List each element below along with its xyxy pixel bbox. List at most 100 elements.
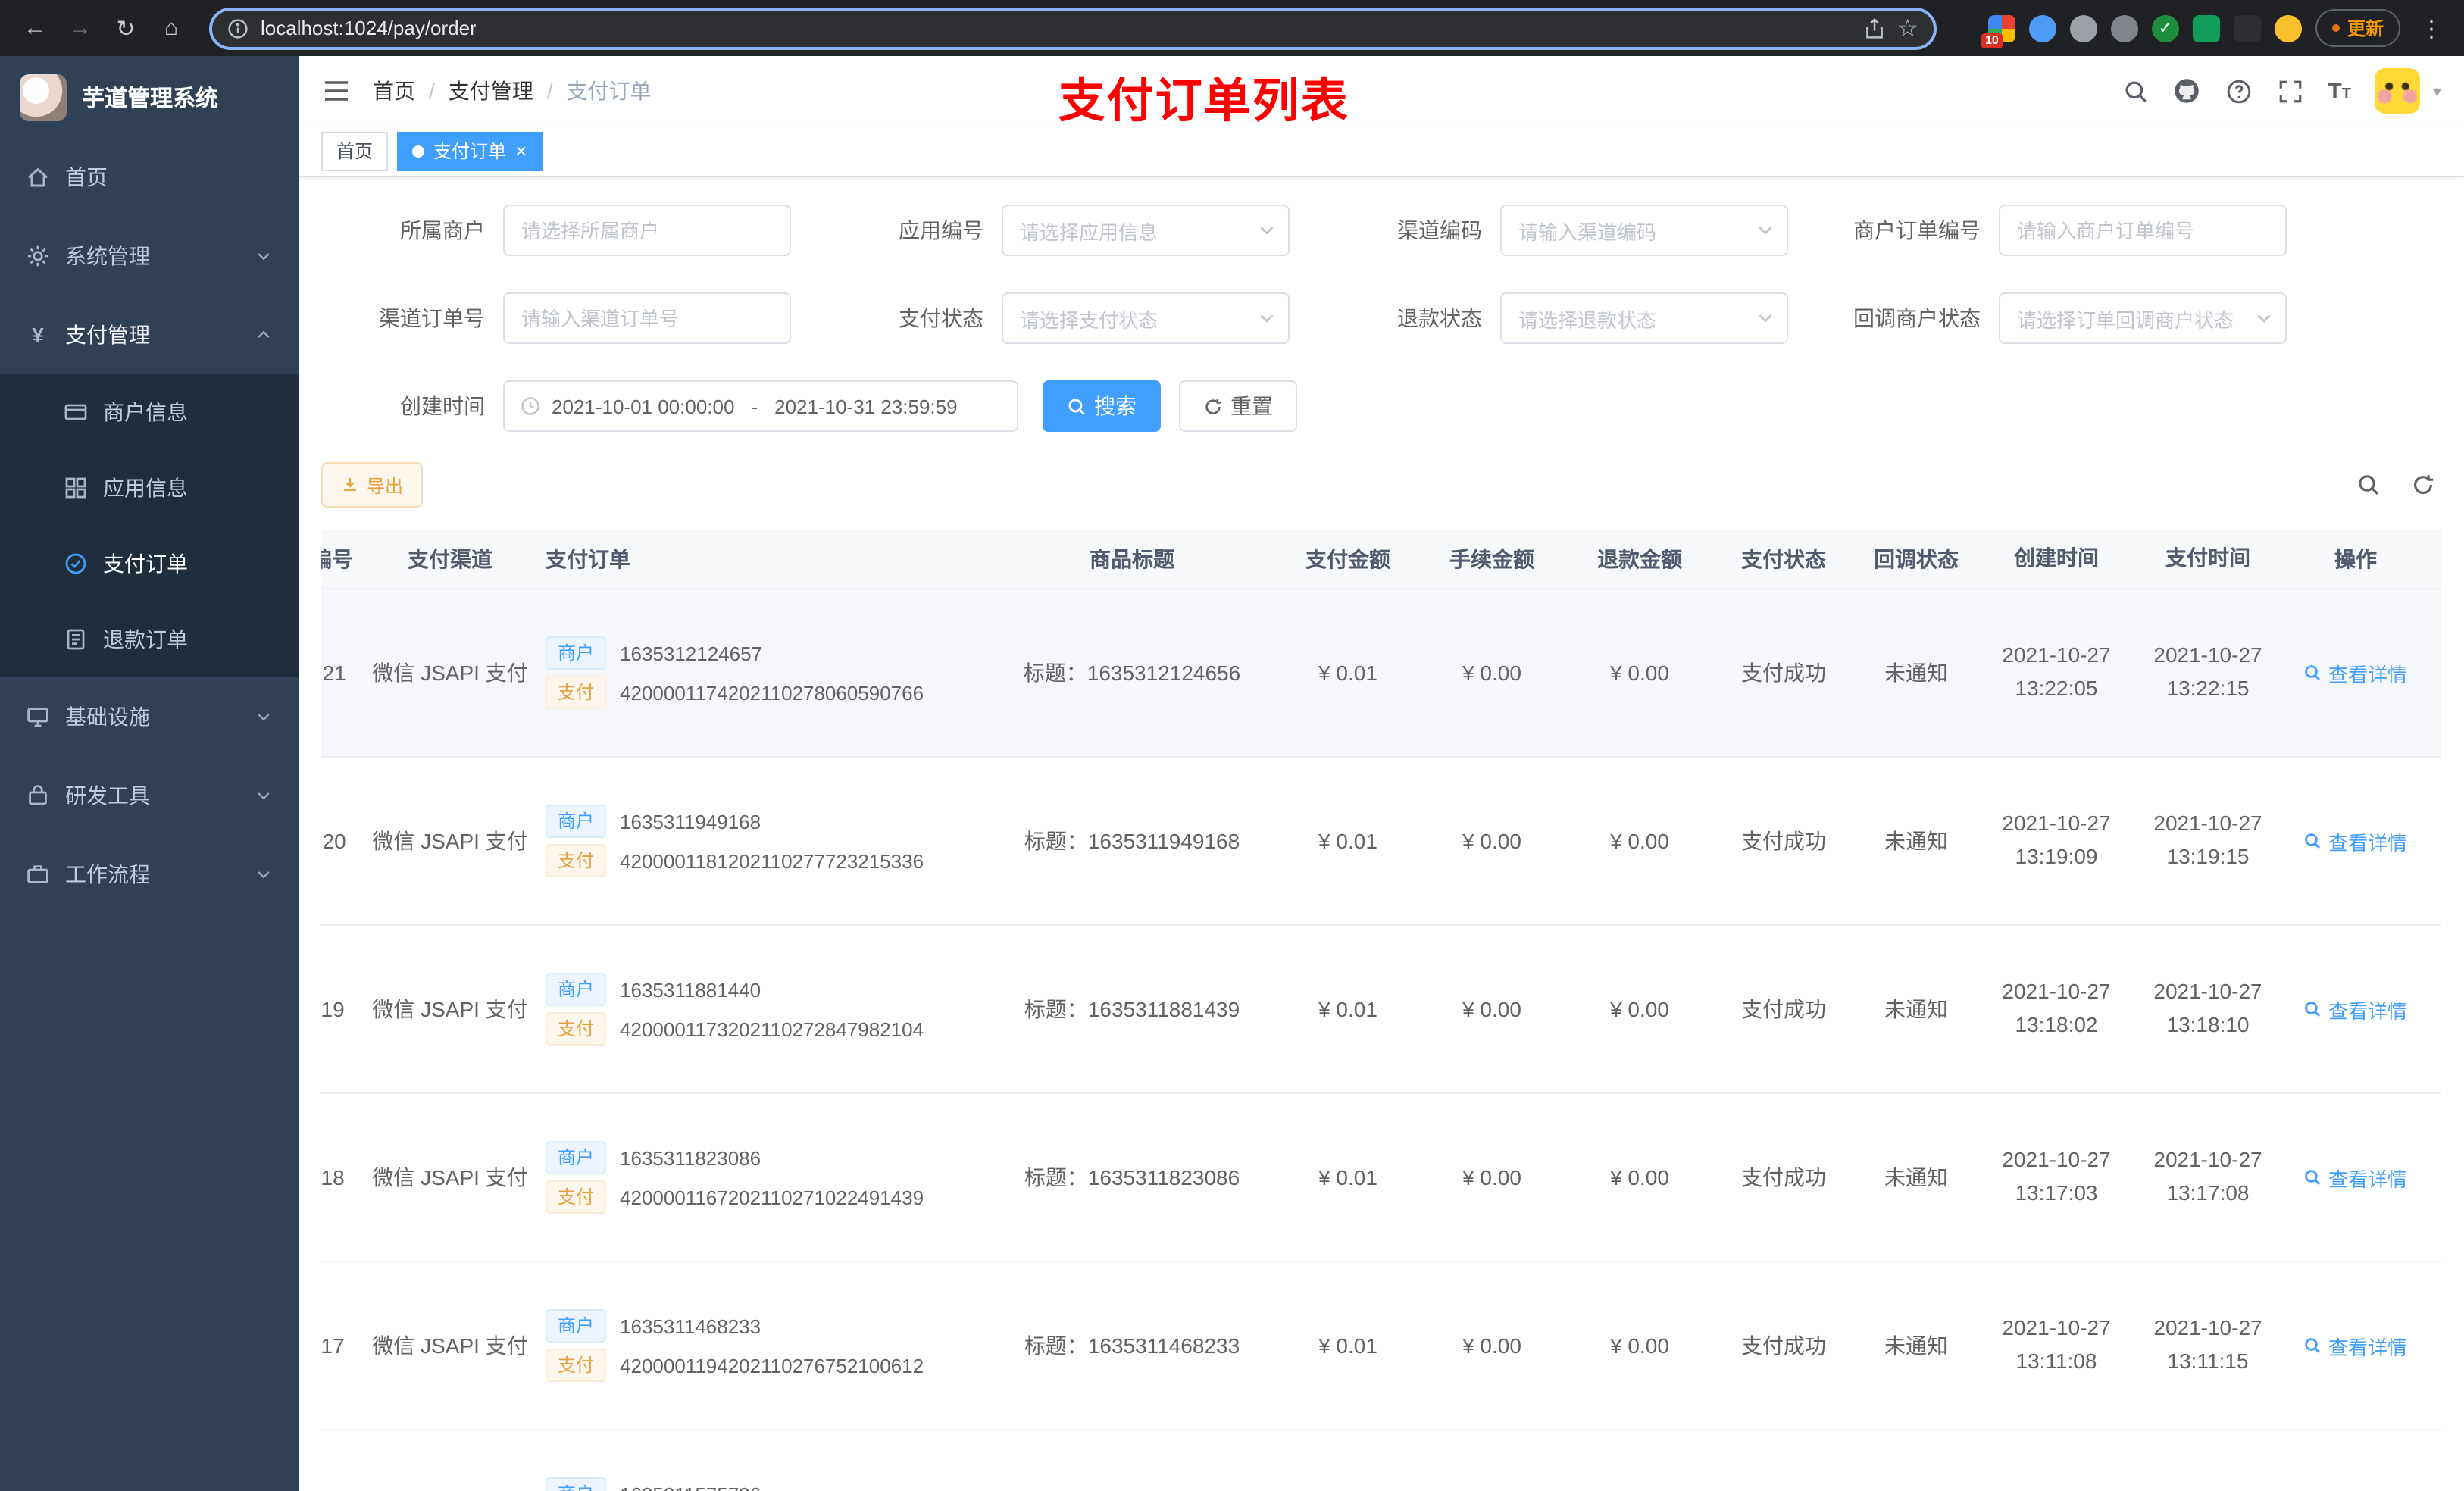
pay-tag: 支付 [546, 676, 607, 709]
reload-icon[interactable]: ↻ [106, 8, 145, 48]
toggle-search-icon[interactable] [2356, 473, 2381, 497]
cell-id: 121 [321, 661, 346, 685]
cell-refund: ¥ 0.00 [1610, 829, 1669, 853]
notify-status-select[interactable]: 请选择订单回调商户状态 [1999, 292, 2287, 344]
pay-date: 2021-10-27 [2153, 1315, 2262, 1340]
cell-actions: 查看详情 [2284, 658, 2428, 687]
filter-merchant-order-no: 商户订单编号 [1817, 205, 2315, 256]
chevron-up-icon [258, 330, 270, 338]
extension-green-icon[interactable] [2192, 14, 2220, 42]
extension-badge: 10 [1980, 33, 2003, 48]
date-range-input[interactable]: 2021-10-01 00:00:00 - 2021-10-31 23:59:5… [503, 380, 1018, 432]
filter-merchant: 所属商户 [321, 205, 820, 256]
view-detail-link[interactable]: 查看详情 [2304, 1331, 2407, 1360]
chevron-down-icon [258, 871, 270, 879]
channel-code-select[interactable]: 请输入渠道编码 [1500, 205, 1788, 256]
forward-icon[interactable]: → [61, 8, 100, 48]
fullscreen-icon[interactable] [2276, 77, 2303, 105]
view-detail-link[interactable]: 查看详情 [2304, 1163, 2407, 1192]
sidebar-item-infrastructure[interactable]: 基础设施 [0, 677, 299, 756]
view-detail-label: 查看详情 [2328, 1336, 2407, 1358]
refund-status-select[interactable]: 请选择退款状态 [1500, 292, 1788, 344]
pay-order-line: 支付 4200001167202110271022491439 [546, 1180, 988, 1214]
view-detail-label: 查看详情 [2328, 1167, 2407, 1190]
tab-home[interactable]: 首页 [321, 131, 389, 170]
cell-title: 标题：1635311468233 [1024, 1333, 1240, 1358]
date-start: 2021-10-01 00:00:00 [552, 395, 735, 417]
extension-blue-icon[interactable] [2028, 14, 2056, 42]
search-button[interactable]: 搜索 [1043, 380, 1161, 432]
view-detail-link[interactable]: 查看详情 [2304, 827, 2407, 855]
app-no-select[interactable]: 请选择应用信息 [1002, 205, 1290, 256]
help-icon[interactable] [2225, 77, 2252, 105]
bookmark-star-icon[interactable]: ☆ [1896, 13, 1918, 43]
pay-time: 13:22:15 [2166, 676, 2250, 700]
select-placeholder: 请选择支付状态 [1020, 308, 1159, 331]
merchant-order-line: 商户 1635312124657 [546, 636, 988, 670]
merchant-filter-input[interactable] [503, 205, 791, 256]
sidebar-item-system[interactable]: 系统管理 [0, 217, 299, 295]
close-icon[interactable]: × [515, 141, 527, 161]
github-icon[interactable] [2173, 77, 2200, 105]
emoji-avatar-icon[interactable] [2274, 14, 2302, 42]
reset-button[interactable]: 重置 [1179, 380, 1297, 432]
view-detail-label: 查看详情 [2328, 663, 2407, 686]
filter-pay-status: 支付状态 请选择支付状态 [820, 292, 1318, 344]
extension-gray-icon[interactable] [2069, 14, 2097, 42]
site-info-icon[interactable] [227, 17, 249, 39]
refresh-table-icon[interactable] [2411, 473, 2435, 497]
user-avatar[interactable] [2375, 68, 2421, 114]
cell-actions: 查看详情 [2284, 1163, 2428, 1192]
header-refund: 退款金额 [1597, 546, 1682, 570]
avatar-caret-icon[interactable]: ▾ [2433, 81, 2441, 101]
channel-order-no-input[interactable] [503, 292, 791, 344]
sidebar-item-label: 研发工具 [65, 783, 150, 808]
share-icon[interactable] [1863, 17, 1884, 39]
cell-fee: ¥ 0.00 [1462, 1333, 1521, 1358]
pay-status-select[interactable]: 请选择支付状态 [1002, 292, 1290, 344]
select-placeholder: 请选择订单回调商户状态 [2017, 308, 2234, 331]
extension-colorful-icon[interactable]: 10 [1980, 14, 2015, 48]
payment-submenu: 商户信息 应用信息 支付订单 退款订单 [0, 374, 299, 677]
select-placeholder: 请选择退款状态 [1518, 308, 1657, 331]
orders-table: 编号 支付渠道 支付订单 商品标题 支付金额 手续金额 退款金额 支付状态 回调… [321, 529, 2441, 1491]
extension-gray2-icon[interactable] [2110, 14, 2138, 42]
sidebar-item-payment[interactable]: ¥ 支付管理 [0, 295, 299, 374]
browser-update-button[interactable]: 更新 [2315, 9, 2400, 47]
tab-label: 首页 [336, 141, 374, 162]
tab-pay-order[interactable]: 支付订单 × [397, 131, 543, 170]
cell-refund: ¥ 0.00 [1610, 997, 1669, 1021]
search-icon[interactable] [2122, 77, 2149, 105]
export-button[interactable]: 导出 [321, 462, 424, 508]
sidebar-item-home[interactable]: 首页 [0, 138, 299, 217]
chevron-down-icon [258, 792, 270, 800]
sidebar-item-pay-order[interactable]: 支付订单 [0, 526, 299, 602]
home-button-icon[interactable]: ⌂ [152, 8, 191, 48]
extensions-puzzle-icon[interactable] [2233, 14, 2261, 42]
filter-label: 应用编号 [899, 218, 983, 242]
merchant-order-line: 商户 1635311823086 [546, 1141, 988, 1174]
font-size-icon[interactable]: TT [2328, 78, 2351, 104]
sidebar-toggle-icon[interactable] [321, 76, 352, 106]
sidebar-item-label: 退款订单 [103, 627, 188, 652]
cell-pay-order: 商户 1635312124657 支付 42000011742021102780… [533, 630, 988, 715]
address-bar[interactable]: localhost:1024/pay/order ☆ [209, 7, 1937, 49]
sidebar-logo[interactable]: 芋道管理系统 [0, 56, 299, 138]
merchant-tag: 商户 [546, 1141, 607, 1174]
sidebar-item-refund-order[interactable]: 退款订单 [0, 602, 299, 677]
breadcrumb-current: 支付订单 [566, 79, 652, 103]
back-icon[interactable]: ← [15, 8, 55, 48]
sidebar-item-workflow[interactable]: 工作流程 [0, 835, 299, 914]
extension-check-icon[interactable]: ✓ [2151, 14, 2179, 42]
sidebar-item-merchant-info[interactable]: 商户信息 [0, 374, 299, 450]
merchant-order-no-input[interactable] [1999, 205, 2287, 256]
view-detail-link[interactable]: 查看详情 [2304, 658, 2407, 687]
breadcrumb-separator [547, 79, 553, 103]
view-detail-link[interactable]: 查看详情 [2304, 995, 2407, 1024]
sidebar-item-dev-tools[interactable]: 研发工具 [0, 756, 299, 835]
breadcrumb-home[interactable]: 首页 [373, 76, 415, 106]
kebab-menu-icon[interactable]: ⋮ [2414, 14, 2449, 42]
header-fee: 手续金额 [1449, 546, 1534, 570]
breadcrumb-payment[interactable]: 支付管理 [449, 76, 533, 106]
sidebar-item-app-info[interactable]: 应用信息 [0, 450, 299, 526]
